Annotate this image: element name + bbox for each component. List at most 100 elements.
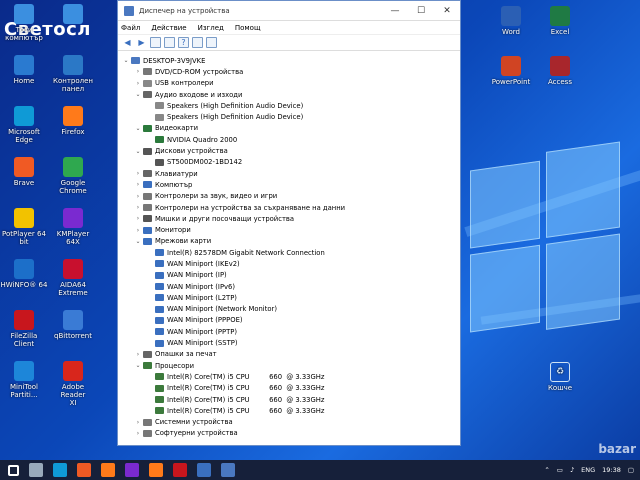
back-icon[interactable]: ◀ xyxy=(122,37,133,48)
chevron-down-icon[interactable]: ⌄ xyxy=(134,148,142,155)
tree-item[interactable]: Intel(R) 82578DM Gigabit Network Connect… xyxy=(118,247,460,258)
tree-item[interactable]: WAN Miniport (PPPOE) xyxy=(118,315,460,326)
chevron-right-icon[interactable]: › xyxy=(134,80,142,87)
desktop-icon[interactable]: Adobe Reader XI xyxy=(49,361,97,407)
menu-help[interactable]: Помощ xyxy=(235,24,261,32)
tree-item[interactable]: ⌄ DESKTOP-3V9JVKE xyxy=(118,55,460,66)
desktop-icon[interactable]: KMPlayer 64X xyxy=(49,208,97,246)
desktop-icon[interactable]: MiniTool Partiti... xyxy=(0,361,48,399)
chevron-right-icon[interactable]: › xyxy=(134,419,142,426)
tree-item[interactable]: ST500DM002-1BD142 xyxy=(118,157,460,168)
desktop-icon[interactable]: Excel xyxy=(536,6,584,36)
firefox-icon[interactable] xyxy=(101,463,115,477)
chevron-right-icon[interactable]: › xyxy=(134,351,142,358)
kmplayer-icon[interactable] xyxy=(125,463,139,477)
edge-icon[interactable] xyxy=(53,463,67,477)
desktop-icon[interactable]: Контролен панел xyxy=(49,55,97,93)
start-icon[interactable] xyxy=(8,464,19,476)
desktop-icon[interactable]: Google Chrome xyxy=(49,157,97,195)
tree-item[interactable]: WAN Miniport (L2TP) xyxy=(118,292,460,303)
brave-icon[interactable] xyxy=(77,463,91,477)
task-view-icon[interactable] xyxy=(29,463,43,477)
chevron-right-icon[interactable]: › xyxy=(134,215,142,222)
tree-item[interactable]: › Опашки за печат xyxy=(118,349,460,360)
language-indicator[interactable]: ENG xyxy=(581,466,595,474)
help-icon[interactable]: ? xyxy=(178,37,189,48)
tree-item[interactable]: WAN Miniport (IPv6) xyxy=(118,281,460,292)
tree-item[interactable]: Intel(R) Core(TM) i5 CPU 660 @ 3.33GHz xyxy=(118,405,460,416)
desktop-icon[interactable] xyxy=(49,4,97,26)
update-driver-icon[interactable] xyxy=(192,37,203,48)
tree-item[interactable]: ⌄ Дискови устройства xyxy=(118,145,460,156)
chevron-right-icon[interactable]: › xyxy=(134,170,142,177)
desktop-icon[interactable]: Brave xyxy=(0,157,48,187)
menu-action[interactable]: Действие xyxy=(151,24,186,32)
desktop-icon[interactable]: PotPlayer 64 bit xyxy=(0,208,48,246)
chevron-right-icon[interactable]: › xyxy=(134,204,142,211)
device-manager-window[interactable]: Диспечер на устройства — ☐ ✕ Файл Действ… xyxy=(117,0,461,446)
tree-item[interactable]: WAN Miniport (PPTP) xyxy=(118,326,460,337)
tree-item[interactable]: Intel(R) Core(TM) i5 CPU 660 @ 3.33GHz xyxy=(118,383,460,394)
filezilla-icon[interactable] xyxy=(173,463,187,477)
tree-item[interactable]: › Контролери на устройства за съхраняване… xyxy=(118,202,460,213)
tree-item[interactable]: WAN Miniport (IP) xyxy=(118,270,460,281)
chevron-right-icon[interactable]: › xyxy=(134,430,142,437)
tree-item[interactable]: ⌄ Видеокарти xyxy=(118,123,460,134)
forward-icon[interactable]: ▶ xyxy=(136,37,147,48)
desktop-icon[interactable]: Този компютър xyxy=(0,4,48,42)
tree-item[interactable]: NVIDIA Quadro 2000 xyxy=(118,134,460,145)
desktop-icon[interactable]: Word xyxy=(487,6,535,36)
tree-item[interactable]: › Мишки и други посочващи устройства xyxy=(118,213,460,224)
notifications-icon[interactable]: ▢ xyxy=(628,466,634,474)
menu-file[interactable]: Файл xyxy=(121,24,140,32)
desktop-icon[interactable]: Firefox xyxy=(49,106,97,136)
close-button[interactable]: ✕ xyxy=(434,1,460,21)
tree-item[interactable]: ⌄ Мрежови карти xyxy=(118,236,460,247)
scan-hardware-icon[interactable] xyxy=(206,37,217,48)
volume-icon[interactable]: ♪ xyxy=(570,466,574,474)
chevron-down-icon[interactable]: ⌄ xyxy=(134,91,142,98)
chevron-right-icon[interactable]: › xyxy=(134,181,142,188)
tree-item[interactable]: ⌄ Процесори xyxy=(118,360,460,371)
tree-item[interactable]: WAN Miniport (SSTP) xyxy=(118,337,460,348)
chevron-right-icon[interactable]: › xyxy=(134,227,142,234)
app-icon[interactable] xyxy=(197,463,211,477)
desktop-icon[interactable]: FileZilla Client xyxy=(0,310,48,348)
network-tray-icon[interactable]: ▭ xyxy=(557,466,563,474)
tree-item[interactable]: Intel(R) Core(TM) i5 CPU 660 @ 3.33GHz xyxy=(118,371,460,382)
tree-item[interactable]: WAN Miniport (IKEv2) xyxy=(118,258,460,269)
chevron-right-icon[interactable]: › xyxy=(134,193,142,200)
tree-item[interactable]: › Монитори xyxy=(118,224,460,235)
tree-item[interactable]: › Клавиатури xyxy=(118,168,460,179)
tree-item[interactable]: › Контролери за звук, видео и игри xyxy=(118,191,460,202)
chevron-down-icon[interactable]: ⌄ xyxy=(134,238,142,245)
tree-item[interactable]: › DVD/CD-ROM устройства xyxy=(118,66,460,77)
chevron-down-icon[interactable]: ⌄ xyxy=(134,125,142,132)
desktop-icon[interactable]: HWiNFO® 64 xyxy=(0,259,48,289)
device-manager-icon[interactable] xyxy=(221,463,235,477)
desktop-icon[interactable]: qBittorrent xyxy=(49,310,97,340)
menu-view[interactable]: Изглед xyxy=(198,24,224,32)
tree-item[interactable]: ⌄ Аудио входове и изходи xyxy=(118,89,460,100)
tree-item[interactable]: WAN Miniport (Network Monitor) xyxy=(118,304,460,315)
tree-item[interactable]: Speakers (High Definition Audio Device) xyxy=(118,100,460,111)
tree-item[interactable]: › Компютър xyxy=(118,179,460,190)
view-icon[interactable] xyxy=(150,37,161,48)
chevron-down-icon[interactable]: ⌄ xyxy=(122,57,130,64)
desktop-icon[interactable]: AIDA64 Extreme xyxy=(49,259,97,297)
desktop-icon[interactable]: PowerPoint xyxy=(487,56,535,86)
tree-item[interactable]: › Системни устройства xyxy=(118,417,460,428)
recycle-bin[interactable]: ♻ Кошче xyxy=(536,362,584,392)
tree-item[interactable]: Intel(R) Core(TM) i5 CPU 660 @ 3.33GHz xyxy=(118,394,460,405)
chevron-down-icon[interactable]: ⌄ xyxy=(134,362,142,369)
chevron-right-icon[interactable]: › xyxy=(134,68,142,75)
tree-item[interactable]: › Софтуерни устройства xyxy=(118,428,460,439)
desktop-icon[interactable]: Microsoft Edge xyxy=(0,106,48,144)
clock[interactable]: 19:38 xyxy=(602,466,621,474)
properties-icon[interactable] xyxy=(164,37,175,48)
maximize-button[interactable]: ☐ xyxy=(408,1,434,21)
desktop-icon[interactable]: Home xyxy=(0,55,48,85)
firefox-icon[interactable] xyxy=(149,463,163,477)
minimize-button[interactable]: — xyxy=(382,1,408,21)
tree-item[interactable]: Speakers (High Definition Audio Device) xyxy=(118,111,460,122)
